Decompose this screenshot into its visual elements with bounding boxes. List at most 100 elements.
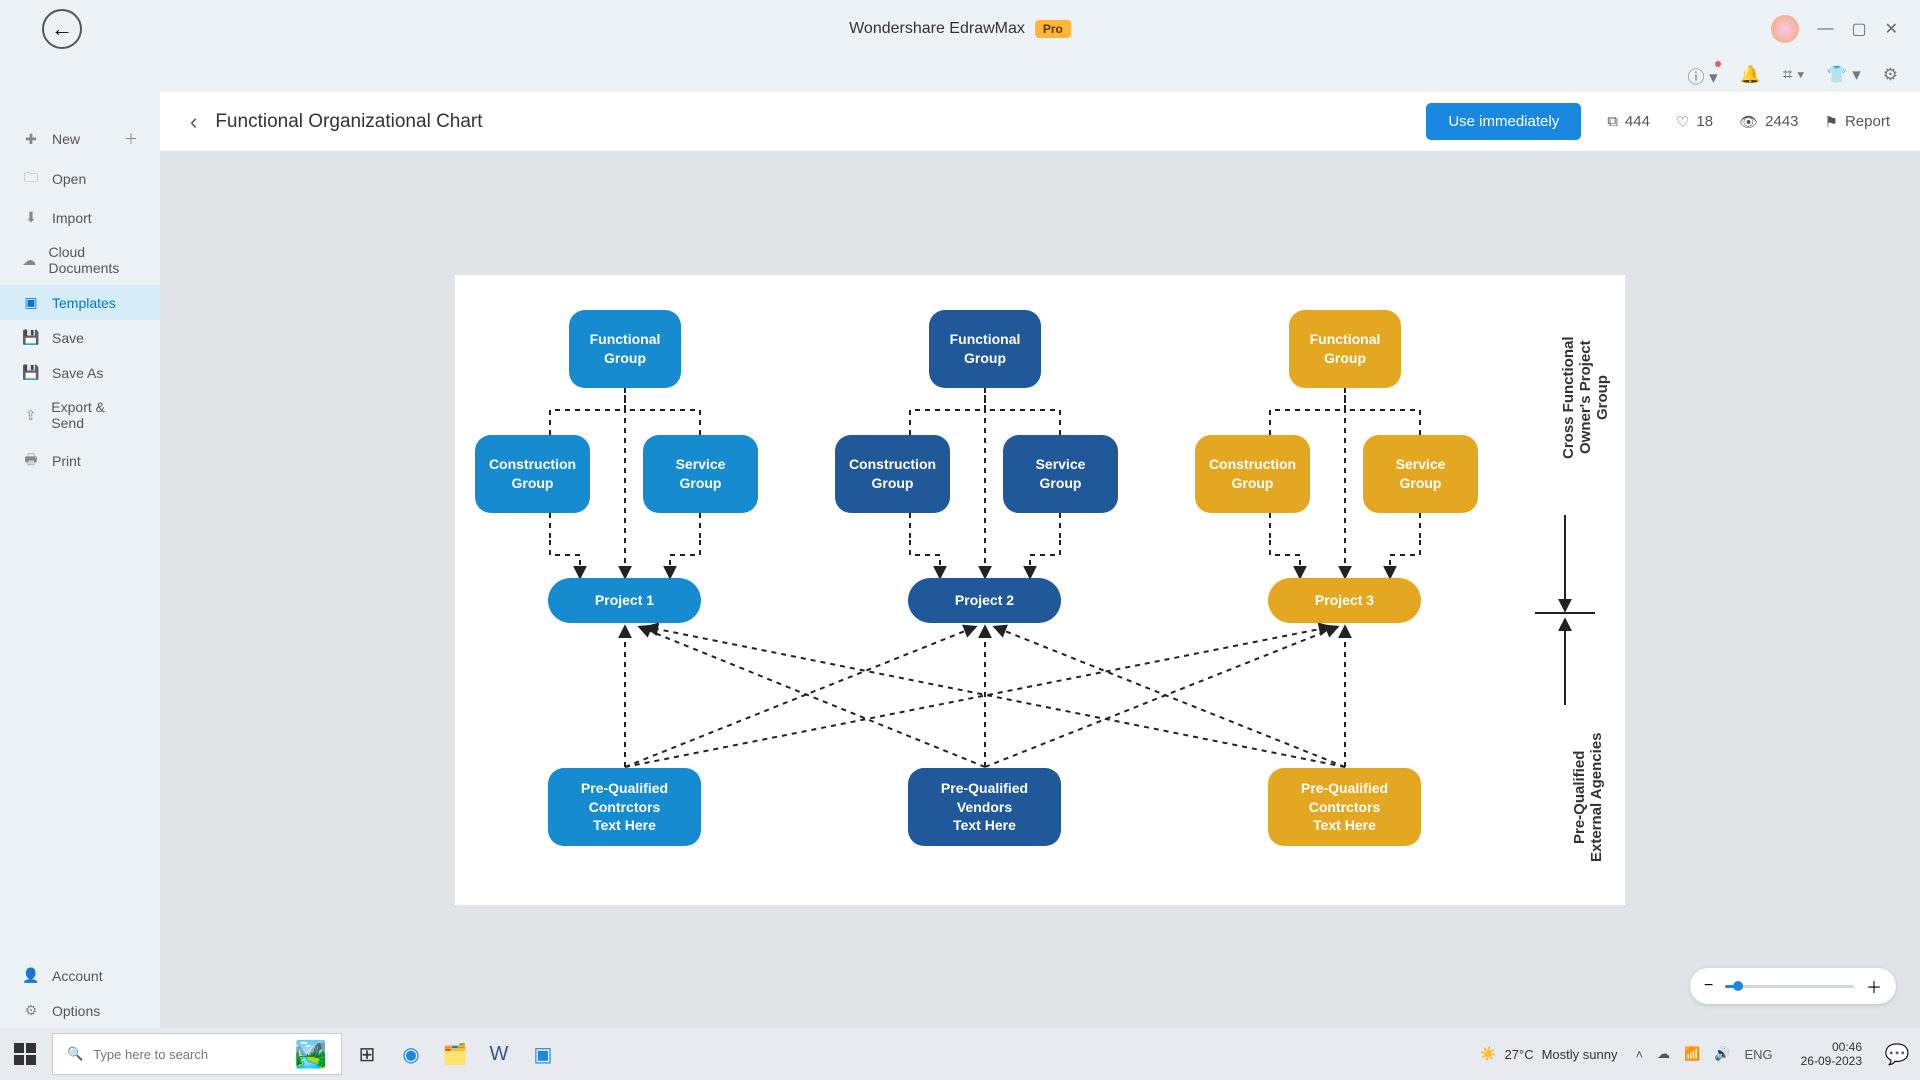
page-title: Functional Organizational Chart	[215, 111, 482, 133]
sidebar-item-print[interactable]: 🖶 Print	[0, 440, 160, 482]
notifications-icon[interactable]: 💬	[1878, 1033, 1916, 1075]
theme-icon[interactable]: 👕 ▾	[1826, 65, 1860, 85]
sidebar-item-label: Print	[52, 453, 81, 469]
side-label-lower: Pre-QualifiedExternal Agencies	[1571, 715, 1605, 880]
edge-icon[interactable]: ◉	[392, 1033, 430, 1075]
search-placeholder: Type here to search	[93, 1047, 208, 1062]
diagram[interactable]: FunctionalGroup ConstructionGroup Servic…	[455, 275, 1625, 905]
side-label-upper: Cross FunctionalOwner's ProjectGroup	[1560, 325, 1611, 470]
back-chevron-icon[interactable]: ‹	[190, 109, 197, 135]
construction-group-3[interactable]: ConstructionGroup	[1195, 435, 1310, 513]
construction-group-2[interactable]: ConstructionGroup	[835, 435, 950, 513]
back-button[interactable]: ←	[42, 9, 82, 49]
views-value: 2443	[1765, 113, 1798, 130]
pro-badge: Pro	[1035, 20, 1071, 38]
save-icon: 💾	[22, 329, 40, 346]
sidebar-item-label: Import	[52, 210, 92, 226]
functional-group-3[interactable]: FunctionalGroup	[1289, 310, 1401, 388]
cloud-icon: ☁	[22, 252, 36, 269]
start-button[interactable]	[14, 1043, 36, 1065]
sidebar-item-open[interactable]: 🗀 Open	[0, 158, 160, 200]
options-icon: ⚙	[22, 1002, 40, 1019]
sidebar-item-new[interactable]: ✚ New ＋	[0, 120, 160, 158]
page-header: ‹ Functional Organizational Chart Use im…	[160, 92, 1920, 152]
taskbar: 🔍 Type here to search 🏞️ ⊞ ◉ 🗂️ W ▣ ☀️ 2…	[0, 1028, 1920, 1080]
sub-toolbar: ⓘ ▾ 🔔 ⌗ ▾ 👕 ▾ ⚙	[0, 58, 1920, 92]
bell-icon[interactable]: 🔔	[1740, 65, 1761, 85]
search-art-icon: 🏞️	[295, 1039, 327, 1070]
onedrive-icon[interactable]: ☁	[1657, 1046, 1670, 1062]
search-icon: 🔍	[67, 1046, 83, 1062]
functional-group-1[interactable]: FunctionalGroup	[569, 310, 681, 388]
zoom-slider[interactable]	[1725, 985, 1854, 988]
zoom-control[interactable]: − ＋	[1690, 968, 1896, 1004]
sidebar-item-options[interactable]: ⚙ Options	[0, 993, 160, 1028]
prequal-2[interactable]: Pre-QualifiedVendorsText Here	[908, 768, 1061, 846]
plus-icon: ✚	[22, 131, 40, 148]
sidebar-item-saveas[interactable]: 💾Save As	[0, 355, 160, 390]
sidebar-item-label: Templates	[52, 295, 116, 311]
wifi-icon[interactable]: 📶	[1684, 1046, 1700, 1062]
maximize-button[interactable]: ▢	[1851, 19, 1866, 39]
account-icon: 👤	[22, 967, 40, 984]
copies-stat: ⧉444	[1607, 113, 1650, 130]
prequal-3[interactable]: Pre-QualifiedContrctorsText Here	[1268, 768, 1421, 846]
sidebar-item-templates[interactable]: ▣ Templates	[0, 285, 160, 320]
project-2[interactable]: Project 2	[908, 578, 1061, 623]
use-immediately-button[interactable]: Use immediately	[1426, 103, 1581, 140]
settings-icon[interactable]: ⚙	[1883, 65, 1898, 85]
views-stat: 👁 2443	[1739, 113, 1798, 131]
likes-stat[interactable]: ♡18	[1676, 113, 1713, 131]
construction-group-1[interactable]: ConstructionGroup	[475, 435, 590, 513]
language-icon[interactable]: ENG	[1744, 1047, 1772, 1062]
zoom-out-button[interactable]: −	[1704, 977, 1713, 995]
service-group-3[interactable]: ServiceGroup	[1363, 435, 1478, 513]
functional-group-2[interactable]: FunctionalGroup	[929, 310, 1041, 388]
templates-icon: ▣	[22, 294, 40, 311]
eye-icon: 👁	[1739, 113, 1758, 131]
sidebar: ✚ New ＋ 🗀 Open ⬇Import ☁Cloud Documents ▣ Te…	[0, 92, 160, 1028]
system-tray[interactable]: ˄ ☁ 📶 🔊 ENG	[1623, 1046, 1784, 1062]
add-icon: ＋	[124, 129, 138, 149]
explorer-icon[interactable]: 🗂️	[436, 1033, 474, 1075]
main-area: ✚ New ＋ 🗀 Open ⬇Import ☁Cloud Documents ▣ Te…	[0, 92, 1920, 1028]
help-icon[interactable]: ⓘ ▾	[1687, 63, 1717, 88]
sidebar-item-cloud[interactable]: ☁Cloud Documents	[0, 235, 160, 285]
sidebar-item-label: Options	[52, 1003, 100, 1019]
title-bar: ← Wondershare EdrawMax Pro — ▢ ✕	[0, 0, 1920, 58]
weather-icon: ☀️	[1480, 1046, 1496, 1062]
sidebar-item-account[interactable]: 👤Account	[0, 958, 160, 993]
edrawmax-icon[interactable]: ▣	[524, 1033, 562, 1075]
apps-icon[interactable]: ⌗ ▾	[1783, 65, 1804, 85]
report-button[interactable]: ⚑Report	[1825, 113, 1890, 131]
zoom-in-button[interactable]: ＋	[1866, 974, 1882, 998]
volume-icon[interactable]: 🔊	[1714, 1046, 1730, 1062]
app-title-wrap: Wondershare EdrawMax Pro	[849, 20, 1071, 38]
project-1[interactable]: Project 1	[548, 578, 701, 623]
minimize-button[interactable]: —	[1817, 20, 1833, 38]
sidebar-item-import[interactable]: ⬇Import	[0, 200, 160, 235]
weather-temp: 27°C	[1505, 1047, 1534, 1062]
service-group-2[interactable]: ServiceGroup	[1003, 435, 1118, 513]
saveas-icon: 💾	[22, 364, 40, 381]
sidebar-item-save[interactable]: 💾Save	[0, 320, 160, 355]
sidebar-item-label: Open	[52, 171, 86, 187]
tray-chevron-icon[interactable]: ˄	[1635, 1047, 1643, 1062]
flag-icon: ⚑	[1825, 113, 1838, 131]
folder-icon: 🗀	[22, 167, 40, 191]
taskbar-search[interactable]: 🔍 Type here to search 🏞️	[52, 1033, 342, 1075]
project-3[interactable]: Project 3	[1268, 578, 1421, 623]
taskbar-clock[interactable]: 00:46 26-09-2023	[1791, 1040, 1872, 1069]
app-title: Wondershare EdrawMax	[849, 20, 1025, 38]
prequal-1[interactable]: Pre-QualifiedContrctorsText Here	[548, 768, 701, 846]
close-button[interactable]: ✕	[1885, 19, 1898, 39]
sidebar-item-label: Export & Send	[51, 399, 138, 431]
print-icon: 🖶	[22, 449, 40, 473]
avatar[interactable]	[1771, 15, 1799, 43]
sidebar-item-label: New	[52, 131, 80, 147]
service-group-1[interactable]: ServiceGroup	[643, 435, 758, 513]
sidebar-item-export[interactable]: ⇪Export & Send	[0, 390, 160, 440]
weather[interactable]: ☀️ 27°C Mostly sunny	[1480, 1046, 1617, 1062]
task-view-icon[interactable]: ⊞	[348, 1033, 386, 1075]
word-icon[interactable]: W	[480, 1033, 518, 1075]
